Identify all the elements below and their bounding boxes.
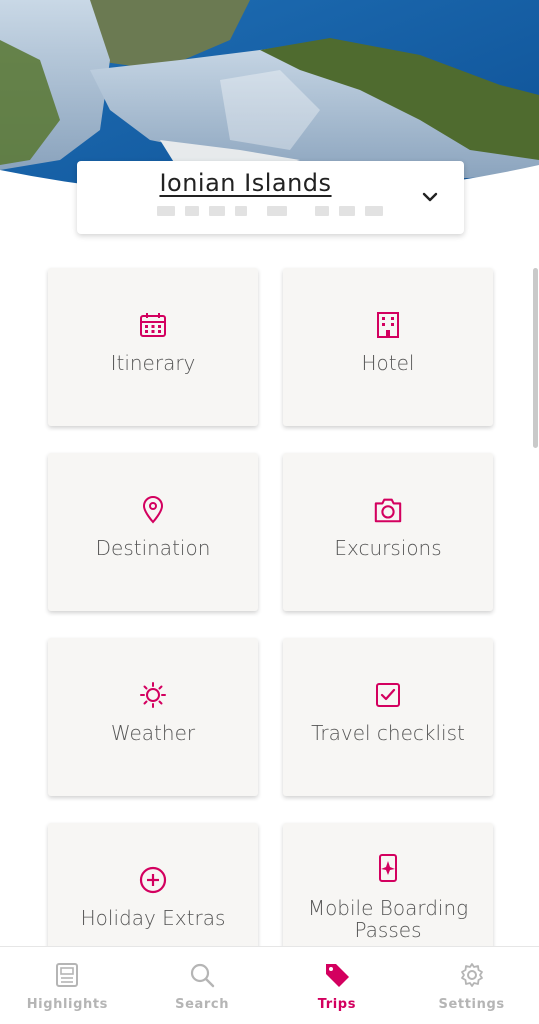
search-icon xyxy=(188,961,216,989)
tile-label: Excursions xyxy=(334,536,442,560)
gear-icon xyxy=(458,961,486,989)
trip-selector[interactable]: Ionian Islands xyxy=(77,161,464,234)
tile-label: Weather xyxy=(110,721,196,745)
tile-excursions[interactable]: Excursions xyxy=(283,453,493,611)
map-pin-icon xyxy=(138,495,168,525)
tab-search[interactable]: Search xyxy=(135,947,270,1024)
tag-icon xyxy=(323,961,351,989)
tab-settings[interactable]: Settings xyxy=(404,947,539,1024)
boarding-pass-icon xyxy=(373,853,403,883)
bottom-tab-bar: Highlights Search Trips Settings xyxy=(0,946,539,1024)
tile-label: Destination xyxy=(95,536,211,560)
tile-label: Holiday Extras xyxy=(80,906,226,930)
scrollbar[interactable] xyxy=(533,268,538,448)
calendar-icon xyxy=(138,310,168,340)
sun-icon xyxy=(138,680,168,710)
tile-label: Itinerary xyxy=(110,351,196,375)
trip-title: Ionian Islands xyxy=(159,169,332,197)
chevron-down-icon[interactable] xyxy=(420,187,440,207)
tile-label: Travel checklist xyxy=(311,721,465,745)
building-icon xyxy=(373,310,403,340)
tile-travel-checklist[interactable]: Travel checklist xyxy=(283,638,493,796)
tab-label: Trips xyxy=(317,997,357,1012)
tab-trips[interactable]: Trips xyxy=(270,947,405,1024)
tile-destination[interactable]: Destination xyxy=(48,453,258,611)
tab-label: Highlights xyxy=(26,997,109,1012)
tab-label: Settings xyxy=(438,997,505,1012)
tile-label: Mobile Boarding Passes xyxy=(307,896,469,942)
plus-circle-icon xyxy=(138,865,168,895)
tab-label: Search xyxy=(175,997,230,1012)
tile-weather[interactable]: Weather xyxy=(48,638,258,796)
tile-label: Hotel xyxy=(361,351,415,375)
tab-highlights[interactable]: Highlights xyxy=(0,947,135,1024)
camera-icon xyxy=(373,495,403,525)
checkbox-icon xyxy=(373,680,403,710)
tile-itinerary[interactable]: Itinerary xyxy=(48,268,258,426)
tile-hotel[interactable]: Hotel xyxy=(283,268,493,426)
trip-dates-redacted xyxy=(157,205,387,217)
highlights-icon xyxy=(53,961,81,989)
